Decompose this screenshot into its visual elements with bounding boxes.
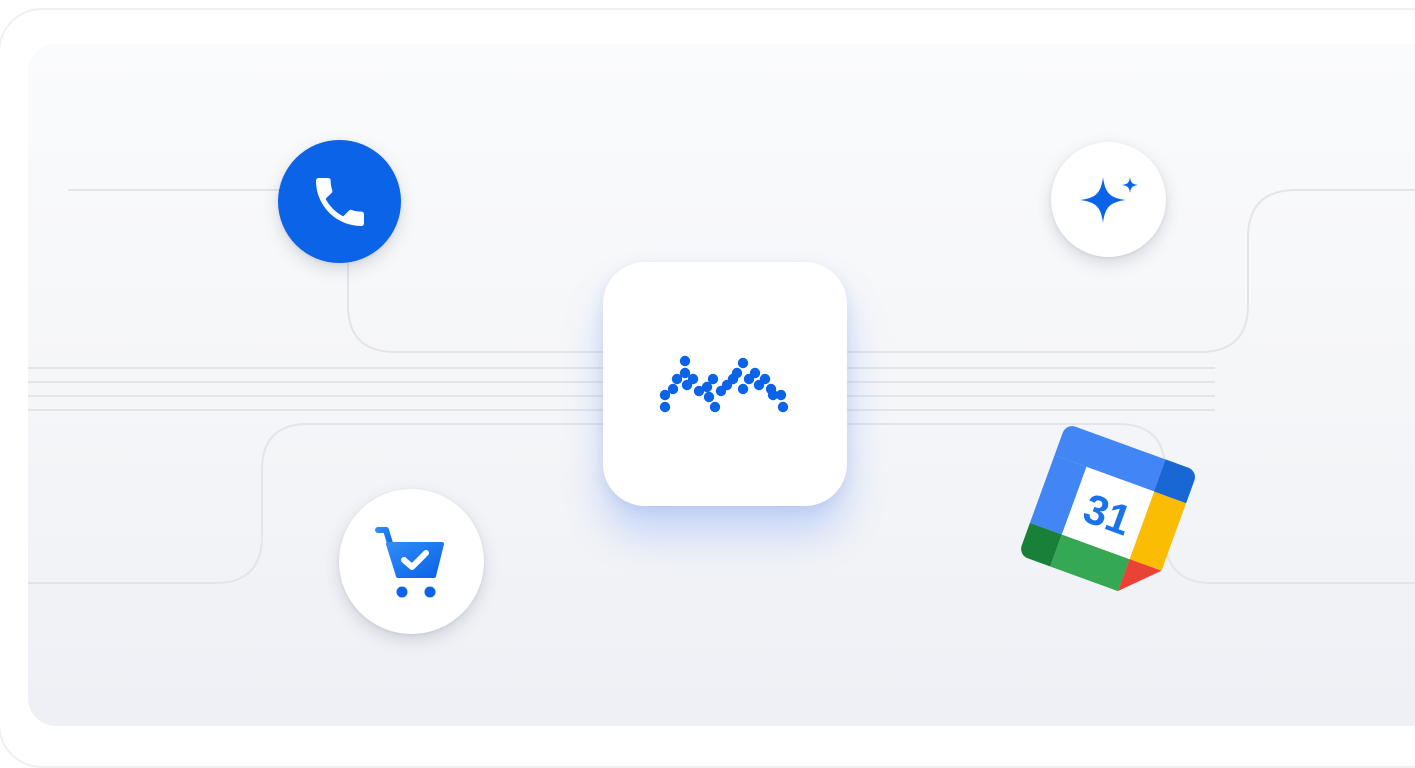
logo-dot (731, 367, 743, 379)
logo-dot (687, 373, 699, 385)
matrix-logo-icon (659, 355, 789, 413)
logo-dot (777, 401, 789, 413)
logo-dot (737, 357, 749, 369)
logo-dot (737, 383, 749, 395)
logo-dot (759, 373, 771, 385)
logo-dot (775, 389, 787, 401)
phone-icon (315, 177, 364, 226)
assistant-button[interactable] (1051, 142, 1166, 257)
calendar-icon[interactable]: 31 (1010, 425, 1206, 600)
logo-dot (709, 401, 721, 413)
logo-dot (703, 391, 715, 403)
logo-dot (749, 367, 761, 379)
logo-dot (667, 383, 679, 395)
logo-dot (659, 401, 671, 413)
logo-dot (707, 373, 719, 385)
sparkle-icon (1079, 176, 1138, 223)
phone-button[interactable] (278, 140, 401, 263)
shopping-cart-check-icon (374, 526, 444, 597)
logo-dot (679, 355, 691, 367)
shopping-button[interactable] (339, 489, 484, 634)
matrix-hub-tile[interactable] (603, 262, 847, 506)
